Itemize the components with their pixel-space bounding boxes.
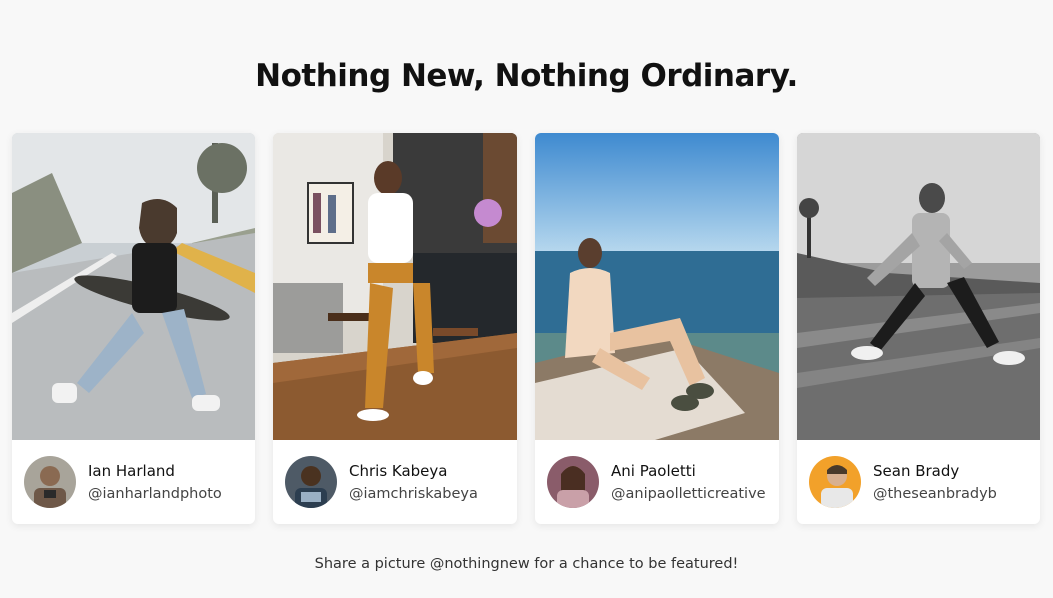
avatar[interactable]: [24, 456, 76, 508]
photo-seaside-rock-icon: [535, 133, 779, 440]
photo-skateboard-road-icon: [12, 133, 255, 440]
author-handle[interactable]: @ianharlandphoto: [88, 486, 222, 502]
author-info: Sean Brady @theseanbradyb: [797, 440, 1040, 524]
author-handle[interactable]: @anipaolletticreative: [611, 486, 766, 502]
author-handle[interactable]: @theseanbradyb: [873, 486, 997, 502]
author-name[interactable]: Sean Brady: [873, 462, 997, 480]
featured-photo[interactable]: [535, 133, 779, 440]
featured-photo[interactable]: [12, 133, 255, 440]
photo-kitchen-icon: [273, 133, 517, 440]
share-prompt: Share a picture @nothingnew for a chance…: [314, 556, 739, 572]
avatar-chris-icon: [285, 456, 337, 508]
featured-card[interactable]: Ani Paoletti @anipaolletticreative: [535, 133, 779, 524]
featured-card[interactable]: Ian Harland @ianharlandphoto: [12, 133, 255, 524]
author-info: Chris Kabeya @iamchriskabeya: [273, 440, 517, 524]
author-name[interactable]: Ani Paoletti: [611, 462, 766, 480]
avatar[interactable]: [285, 456, 337, 508]
avatar[interactable]: [809, 456, 861, 508]
featured-photo[interactable]: [273, 133, 517, 440]
page-title: Nothing New, Nothing Ordinary.: [255, 58, 798, 94]
avatar-sean-icon: [809, 456, 861, 508]
author-handle[interactable]: @iamchriskabeya: [349, 486, 478, 502]
avatar[interactable]: [547, 456, 599, 508]
photo-beach-jump-icon: [797, 133, 1040, 440]
avatar-ian-icon: [24, 456, 76, 508]
author-info: Ani Paoletti @anipaolletticreative: [535, 440, 779, 524]
featured-photo[interactable]: [797, 133, 1040, 440]
featured-card[interactable]: Chris Kabeya @iamchriskabeya: [273, 133, 517, 524]
author-name[interactable]: Chris Kabeya: [349, 462, 478, 480]
avatar-ani-icon: [547, 456, 599, 508]
featured-card[interactable]: Sean Brady @theseanbradyb: [797, 133, 1040, 524]
featured-grid: Ian Harland @ianharlandphoto Chris Kabey…: [12, 133, 1041, 524]
author-info: Ian Harland @ianharlandphoto: [12, 440, 255, 524]
author-name[interactable]: Ian Harland: [88, 462, 222, 480]
